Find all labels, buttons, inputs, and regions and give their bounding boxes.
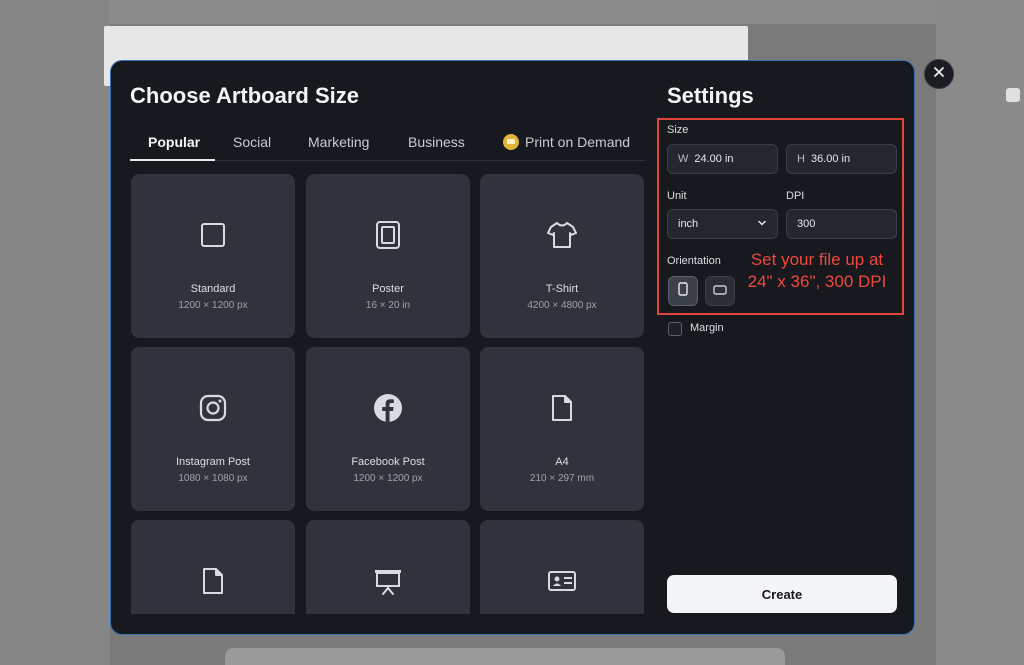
presentation-icon: [372, 565, 404, 597]
preset-dims: 1080 × 1080 px: [178, 473, 248, 484]
preset-card-instagram-post[interactable]: Instagram Post 1080 × 1080 px: [131, 347, 295, 511]
preset-name: T-Shirt: [545, 283, 579, 295]
close-dialog-button[interactable]: [924, 59, 954, 89]
margin-checkbox[interactable]: [668, 322, 682, 336]
facebook-icon: [372, 392, 404, 424]
preset-card-business-card[interactable]: [480, 520, 644, 614]
tab-print-on-demand[interactable]: Print on Demand: [503, 134, 630, 150]
tab-marketing[interactable]: Marketing: [308, 134, 369, 150]
preset-card-standard[interactable]: Standard 1200 × 1200 px: [131, 174, 295, 338]
annotation-line-1: Set your file up at: [750, 250, 884, 269]
document-icon: [197, 565, 229, 597]
preset-card-poster[interactable]: Poster 16 × 20 in: [306, 174, 470, 338]
id-card-icon: [546, 565, 578, 597]
artboard-presets-pane: Choose Artboard Size Popular Social Mark…: [111, 61, 656, 634]
tab-popular[interactable]: Popular: [148, 134, 200, 150]
preset-card-tshirt[interactable]: T-Shirt 4200 × 4800 px: [480, 174, 644, 338]
preset-dims: 1200 × 1200 px: [178, 300, 248, 311]
tab-social[interactable]: Social: [233, 134, 271, 150]
annotation-note: Set your file up at 24" x 36", 300 DPI: [737, 249, 897, 293]
preset-name: Standard: [190, 283, 236, 295]
settings-title: Settings: [667, 83, 754, 108]
square-icon: [197, 219, 229, 251]
dialog-title: Choose Artboard Size: [130, 83, 359, 108]
preset-dims: 16 × 20 in: [365, 300, 411, 311]
instagram-icon: [197, 392, 229, 424]
tshirt-icon: [546, 219, 578, 251]
preset-grid: Standard 1200 × 1200 px Poster 16 × 20 i…: [131, 174, 646, 614]
preset-dims: 4200 × 4800 px: [527, 300, 597, 311]
tab-print-on-demand-label: Print on Demand: [525, 134, 631, 150]
preset-card-facebook-post[interactable]: Facebook Post 1200 × 1200 px: [306, 347, 470, 511]
preset-name: Poster: [372, 283, 404, 295]
preset-card-letter[interactable]: [131, 520, 295, 614]
preset-card-a4[interactable]: A4 210 × 297 mm: [480, 347, 644, 511]
background-sidebar: [0, 0, 110, 665]
preset-tabs: Popular Social Marketing Business Print …: [130, 129, 645, 161]
preset-dims: 210 × 297 mm: [529, 473, 595, 484]
margin-label: Margin: [690, 322, 724, 334]
preset-name: A4: [555, 456, 569, 468]
background-footer: [225, 648, 785, 665]
close-icon: [933, 65, 945, 83]
document-icon: [546, 392, 578, 424]
preset-name: Facebook Post: [351, 456, 425, 468]
active-tab-indicator: [130, 159, 215, 161]
create-button[interactable]: Create: [667, 575, 897, 613]
tab-business[interactable]: Business: [408, 134, 465, 150]
preset-dims: 1200 × 1200 px: [353, 473, 423, 484]
background-toolbar: [0, 0, 1024, 24]
poster-icon: [372, 219, 404, 251]
crown-icon: [503, 134, 519, 150]
preset-card-presentation[interactable]: [306, 520, 470, 614]
artboard-size-dialog: Choose Artboard Size Popular Social Mark…: [110, 60, 915, 635]
preset-name: Instagram Post: [176, 456, 250, 468]
annotation-line-2: 24" x 36", 300 DPI: [747, 272, 887, 291]
background-checkbox: [1006, 88, 1020, 102]
